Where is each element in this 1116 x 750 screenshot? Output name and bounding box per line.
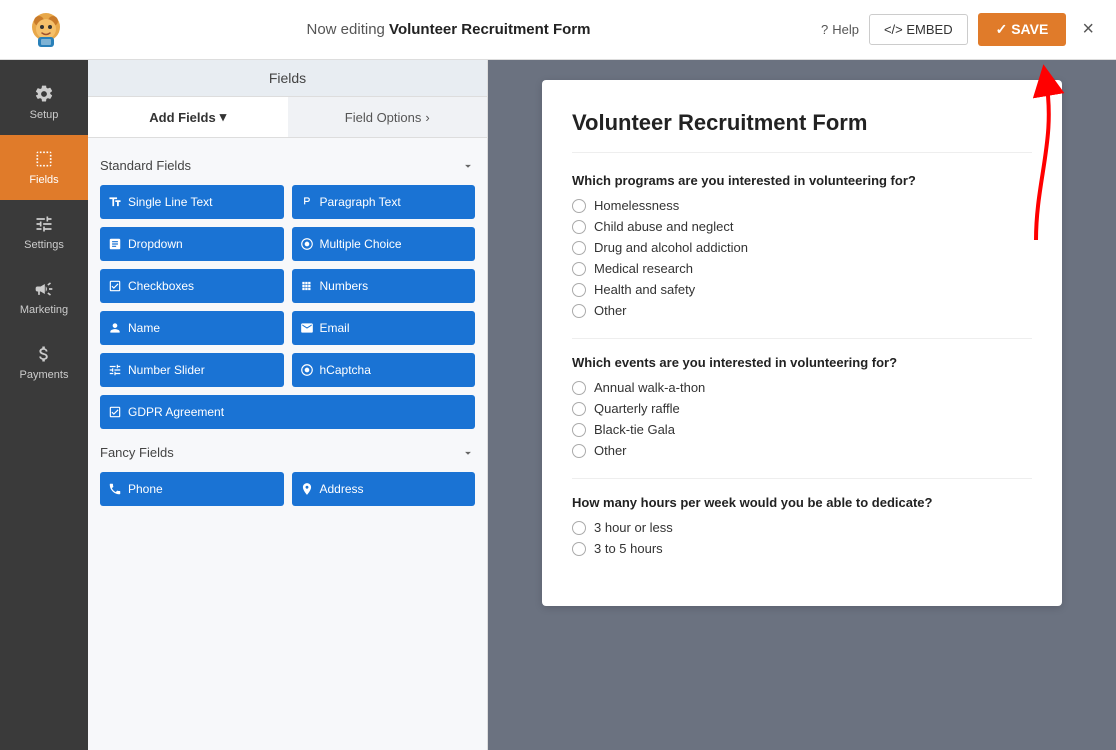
- fields-content: Standard Fields Single Line Text Paragra…: [88, 138, 487, 750]
- radio-medical-research: [572, 262, 586, 276]
- embed-button[interactable]: </> EMBED: [869, 14, 968, 45]
- field-btn-paragraph-text[interactable]: Paragraph Text: [292, 185, 476, 219]
- options-3: 3 hour or less 3 to 5 hours: [572, 520, 1032, 556]
- fields-panel: Fields Add Fields ▾ Field Options › Stan…: [88, 60, 488, 750]
- option-drug-alcohol: Drug and alcohol addiction: [572, 240, 1032, 255]
- field-btn-phone[interactable]: Phone: [100, 472, 284, 506]
- field-btn-dropdown[interactable]: Dropdown: [100, 227, 284, 261]
- question-2: Which events are you interested in volun…: [572, 355, 1032, 370]
- fancy-fields-header: Fancy Fields: [100, 445, 475, 460]
- radio-other-2: [572, 444, 586, 458]
- divider-1: [572, 338, 1032, 339]
- address-icon: [300, 482, 314, 496]
- radio-black-tie-gala: [572, 423, 586, 437]
- field-btn-gdpr[interactable]: GDPR Agreement: [100, 395, 475, 429]
- option-other-2: Other: [572, 443, 1032, 458]
- help-icon: ?: [821, 22, 828, 37]
- divider-2: [572, 478, 1032, 479]
- form-title: Volunteer Recruitment Form: [572, 110, 1032, 153]
- name-icon: [108, 321, 122, 335]
- numbers-icon: [300, 279, 314, 293]
- radio-quarterly-raffle: [572, 402, 586, 416]
- paragraph-icon: [300, 195, 314, 209]
- fancy-fields-section: Fancy Fields Phone Address: [100, 445, 475, 506]
- captcha-icon: [300, 363, 314, 377]
- option-child-abuse: Child abuse and neglect: [572, 219, 1032, 234]
- field-btn-number-slider[interactable]: Number Slider: [100, 353, 284, 387]
- options-2: Annual walk-a-thon Quarterly raffle Blac…: [572, 380, 1032, 458]
- form-preview: Volunteer Recruitment Form Which program…: [488, 60, 1116, 750]
- sidebar-item-fields[interactable]: Fields: [0, 135, 88, 200]
- dropdown-icon: [108, 237, 122, 251]
- multiple-choice-icon: [300, 237, 314, 251]
- tab-field-options[interactable]: Field Options ›: [288, 97, 488, 137]
- option-medical-research: Medical research: [572, 261, 1032, 276]
- slider-icon: [108, 363, 122, 377]
- field-btn-name[interactable]: Name: [100, 311, 284, 345]
- field-btn-hcaptcha[interactable]: hCaptcha: [292, 353, 476, 387]
- option-quarterly-raffle: Quarterly raffle: [572, 401, 1032, 416]
- option-homelessness: Homelessness: [572, 198, 1032, 213]
- radio-drug-alcohol: [572, 241, 586, 255]
- radio-health-safety: [572, 283, 586, 297]
- radio-child-abuse: [572, 220, 586, 234]
- form-card: Volunteer Recruitment Form Which program…: [542, 80, 1062, 606]
- options-1: Homelessness Child abuse and neglect Dru…: [572, 198, 1032, 318]
- question-3: How many hours per week would you be abl…: [572, 495, 1032, 510]
- close-button[interactable]: ×: [1076, 18, 1100, 41]
- gear-icon: [34, 84, 54, 104]
- checkbox-icon: [108, 279, 122, 293]
- sidebar-nav: Setup Fields Settings Marketing Payments: [0, 60, 88, 750]
- option-3to5hr: 3 to 5 hours: [572, 541, 1032, 556]
- radio-homelessness: [572, 199, 586, 213]
- editing-label: Now editing Volunteer Recruitment Form: [76, 21, 821, 38]
- fields-panel-header: Fields: [88, 60, 487, 97]
- radio-other-1: [572, 304, 586, 318]
- option-walkathon: Annual walk-a-thon: [572, 380, 1032, 395]
- chevron-down-icon: ▾: [220, 109, 227, 125]
- sidebar-item-payments[interactable]: Payments: [0, 330, 88, 395]
- radio-3to5hr: [572, 542, 586, 556]
- text-icon: [108, 195, 122, 209]
- tab-add-fields[interactable]: Add Fields ▾: [88, 97, 288, 137]
- app-logo: [16, 5, 76, 55]
- megaphone-icon: [34, 279, 54, 299]
- field-btn-checkboxes[interactable]: Checkboxes: [100, 269, 284, 303]
- collapse-icon: [461, 159, 475, 173]
- email-icon: [300, 321, 314, 335]
- option-other-1: Other: [572, 303, 1032, 318]
- standard-fields-header: Standard Fields: [100, 158, 475, 173]
- sidebar-item-marketing[interactable]: Marketing: [0, 265, 88, 330]
- option-health-safety: Health and safety: [572, 282, 1032, 297]
- field-btn-email[interactable]: Email: [292, 311, 476, 345]
- field-btn-single-line-text[interactable]: Single Line Text: [100, 185, 284, 219]
- standard-fields-grid: Single Line Text Paragraph Text Dropdown…: [100, 185, 475, 429]
- main-layout: Setup Fields Settings Marketing Payments: [0, 60, 1116, 750]
- save-button[interactable]: ✓ SAVE: [978, 13, 1067, 46]
- phone-icon: [108, 482, 122, 496]
- help-button[interactable]: ? Help: [821, 22, 859, 37]
- top-bar: Now editing Volunteer Recruitment Form ?…: [0, 0, 1116, 60]
- field-btn-numbers[interactable]: Numbers: [292, 269, 476, 303]
- fancy-fields-grid: Phone Address: [100, 472, 475, 506]
- radio-walkathon: [572, 381, 586, 395]
- sidebar-item-setup[interactable]: Setup: [0, 70, 88, 135]
- sliders-icon: [34, 214, 54, 234]
- field-btn-multiple-choice[interactable]: Multiple Choice: [292, 227, 476, 261]
- chevron-right-icon: ›: [425, 110, 429, 125]
- radio-3hr-less: [572, 521, 586, 535]
- field-btn-address[interactable]: Address: [292, 472, 476, 506]
- fancy-collapse-icon: [461, 446, 475, 460]
- option-3hr-less: 3 hour or less: [572, 520, 1032, 535]
- dollar-icon: [34, 344, 54, 364]
- question-1: Which programs are you interested in vol…: [572, 173, 1032, 188]
- sidebar-item-settings[interactable]: Settings: [0, 200, 88, 265]
- option-black-tie-gala: Black-tie Gala: [572, 422, 1032, 437]
- top-bar-actions: ? Help </> EMBED ✓ SAVE ×: [821, 13, 1100, 46]
- gdpr-icon: [108, 405, 122, 419]
- fields-icon: [34, 149, 54, 169]
- fields-tabs: Add Fields ▾ Field Options ›: [88, 97, 487, 138]
